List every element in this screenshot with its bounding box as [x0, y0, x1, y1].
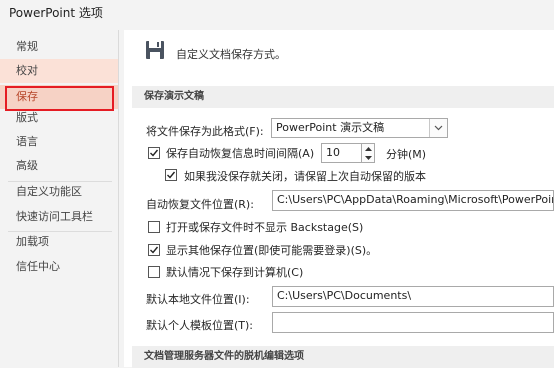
- default-template-location-input[interactable]: [272, 312, 554, 333]
- options-content: 自定义文档保存方式。 保存演示文稿 将文件保存为此格式(F): PowerPoi…: [124, 30, 554, 368]
- save-icon: [146, 41, 164, 59]
- save-to-computer-label: 默认情况下保存到计算机(C): [166, 266, 304, 279]
- sidebar-item-advanced[interactable]: 高级: [0, 154, 118, 178]
- page-description: 自定义文档保存方式。: [176, 48, 286, 61]
- autorecover-location-label: 自动恢复文件位置(R):: [146, 198, 254, 211]
- highlight-box: [5, 86, 114, 111]
- default-template-location-label: 默认个人模板位置(T):: [146, 319, 254, 332]
- save-format-label: 将文件保存为此格式(F):: [146, 125, 264, 138]
- window-title: PowerPoint 选项: [9, 6, 103, 20]
- autorecover-label: 保存自动恢复信息时间间隔(A): [166, 147, 315, 160]
- spin-up-icon[interactable]: [362, 144, 374, 153]
- sidebar-item-customize-ribbon[interactable]: 自定义功能区: [0, 180, 118, 204]
- default-local-location-input[interactable]: C:\Users\PC\Documents\: [272, 286, 554, 307]
- checkmark-icon: [150, 149, 159, 157]
- checkmark-icon: [167, 171, 176, 179]
- sidebar-item-quick-access[interactable]: 快速访问工具栏: [0, 205, 118, 229]
- options-sidebar: 常规 校对 保存 版式 语言 高级 自定义功能区 快速访问工具栏 加载项 信任中…: [0, 30, 119, 367]
- minutes-spinner[interactable]: [361, 143, 375, 163]
- minutes-unit-label: 分钟(M): [386, 148, 427, 161]
- save-format-value: PowerPoint 演示文稿: [276, 121, 385, 134]
- sidebar-item-proofing[interactable]: 校对: [0, 59, 118, 83]
- section-header-offline-editing: 文档管理服务器文件的脱机编辑选项: [132, 346, 554, 368]
- no-backstage-label: 打开或保存文件时不显示 Backstage(S): [166, 221, 364, 234]
- chevron-down-icon[interactable]: [429, 119, 447, 137]
- save-format-dropdown[interactable]: PowerPoint 演示文稿: [271, 118, 448, 138]
- default-local-location-label: 默认本地文件位置(I):: [146, 293, 250, 306]
- autorecover-checkbox[interactable]: [148, 147, 160, 159]
- autorecover-location-input[interactable]: C:\Users\PC\AppData\Roaming\Microsoft\Po…: [272, 190, 554, 211]
- checkmark-icon: [150, 246, 159, 254]
- keep-last-version-checkbox[interactable]: [165, 169, 177, 181]
- keep-last-version-label: 如果我没保存就关闭，请保留上次自动保留的版本: [184, 170, 426, 183]
- show-other-locations-checkbox[interactable]: [148, 244, 160, 256]
- save-to-computer-checkbox[interactable]: [148, 266, 160, 278]
- sidebar-item-add-ins[interactable]: 加载项: [0, 230, 118, 254]
- section-header-save-presentations: 保存演示文稿: [132, 86, 554, 108]
- show-other-locations-label: 显示其他保存位置(即使可能需要登录)(S)。: [166, 244, 378, 257]
- sidebar-item-general[interactable]: 常规: [0, 35, 118, 59]
- sidebar-item-language[interactable]: 语言: [0, 130, 118, 154]
- no-backstage-checkbox[interactable]: [148, 221, 160, 233]
- sidebar-item-trust-center[interactable]: 信任中心: [0, 255, 118, 279]
- spin-down-icon[interactable]: [362, 153, 374, 162]
